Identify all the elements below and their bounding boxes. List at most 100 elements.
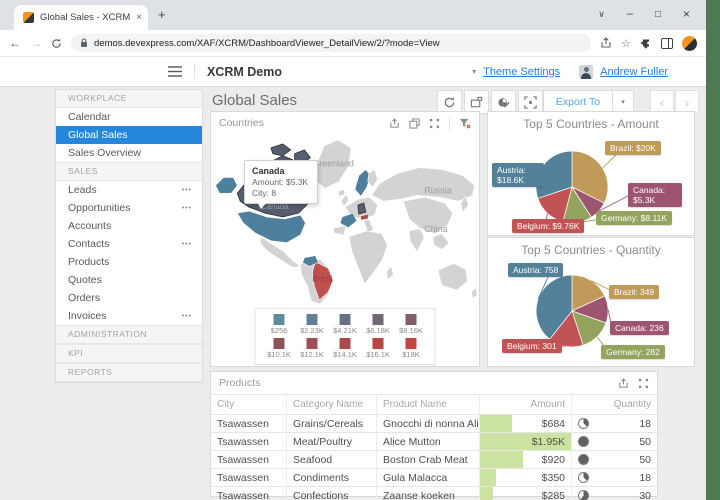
sidebar-item-opportunities[interactable]: Opportunities•••: [56, 199, 202, 217]
page-content: WORKPLACECalendarGlobal SalesSales Overv…: [0, 86, 706, 500]
sidebar-group-kpi[interactable]: KPI: [56, 344, 202, 363]
bookmark-star-icon[interactable]: ☆: [621, 37, 631, 50]
legend-item: $8.16K: [395, 314, 428, 335]
sidebar-item-invoices[interactable]: Invoices•••: [56, 307, 202, 325]
legend-label: $256: [271, 326, 288, 335]
export-item-icon[interactable]: [389, 118, 400, 129]
col-amount[interactable]: Amount: [479, 395, 571, 414]
map-iberia: [333, 226, 346, 235]
sidebar: WORKPLACECalendarGlobal SalesSales Overv…: [55, 89, 203, 383]
amount-value: $285: [542, 490, 565, 500]
sidebar-item-leads[interactable]: Leads•••: [56, 181, 202, 199]
window-maximize-button[interactable]: □: [655, 9, 661, 20]
products-export-icon[interactable]: [618, 378, 629, 389]
item-more-icon[interactable]: •••: [182, 241, 192, 248]
sidebar-item-orders[interactable]: Orders: [56, 289, 202, 307]
table-row[interactable]: TsawassenMeat/PoultryAlice Mutton$1.95K5…: [211, 432, 657, 450]
table-cell: Zaanse koeken: [376, 487, 479, 500]
legend-swatch: [373, 338, 384, 349]
page-title: Global Sales: [212, 92, 297, 109]
window-close-button[interactable]: ×: [683, 7, 690, 21]
back-button[interactable]: ←: [9, 36, 21, 50]
col-city[interactable]: City: [211, 395, 286, 414]
table-row[interactable]: TsawassenCondimentsGula Malacca$35018: [211, 468, 657, 486]
browser-profile-avatar[interactable]: [682, 36, 697, 51]
expand-item-icon[interactable]: [429, 118, 440, 129]
profile-chevron-icon[interactable]: ∨: [598, 9, 605, 20]
map-tooltip: Canada Amount: $5.3K City: 8: [244, 160, 318, 204]
legend-swatch: [307, 314, 318, 325]
table-cell: Seafood: [286, 451, 376, 468]
sidebar-item-label: Quotes: [68, 274, 102, 286]
hamburger-menu-icon[interactable]: [168, 66, 182, 77]
clear-filter-icon[interactable]: [459, 118, 471, 129]
pie-quantity-chart[interactable]: Brazil: 349Canada: 236Germany: 282Belgiu…: [488, 257, 694, 361]
pie-label-canada: Canada: 236: [610, 321, 669, 335]
sidebar-item-global-sales[interactable]: Global Sales: [56, 126, 202, 144]
table-row[interactable]: TsawassenConfectionsZaanse koeken$28530: [211, 486, 657, 500]
window-minimize-button[interactable]: –: [627, 8, 633, 20]
table-body: TsawassenGrains/CerealsGnocchi di nonna …: [211, 414, 657, 500]
legend-item: $256: [263, 314, 296, 335]
header-divider: [194, 64, 195, 79]
map-new-zealand: [472, 287, 478, 298]
legend-swatch: [274, 338, 285, 349]
tab-close-icon[interactable]: ×: [136, 12, 142, 23]
sidebar-item-label: Products: [68, 256, 109, 268]
restore-item-icon[interactable]: [409, 118, 420, 129]
legend-label: $8.16K: [399, 326, 423, 335]
user-name-link[interactable]: Andrew Fuller: [600, 66, 668, 78]
user-avatar[interactable]: [579, 65, 593, 79]
table-cell: Condiments: [286, 469, 376, 486]
map-australia: [438, 263, 468, 290]
forward-button[interactable]: →: [30, 36, 42, 50]
table-header-row: City Category Name Product Name Amount Q…: [211, 394, 657, 414]
table-cell: Tsawassen: [211, 433, 286, 450]
sidebar-item-quotes[interactable]: Quotes: [56, 271, 202, 289]
table-row[interactable]: TsawassenGrains/CerealsGnocchi di nonna …: [211, 414, 657, 432]
legend-label: $18K: [402, 350, 420, 359]
theme-settings-link[interactable]: Theme Settings: [483, 66, 560, 78]
share-icon[interactable]: [600, 37, 612, 49]
side-panel-icon[interactable]: [661, 38, 673, 49]
pie-label-austria: Austria: $18.6K: [492, 163, 544, 187]
theme-caret-icon[interactable]: ▾: [472, 67, 476, 76]
sidebar-item-accounts[interactable]: Accounts: [56, 217, 202, 235]
sidebar-group-administration[interactable]: ADMINISTRATION: [56, 325, 202, 344]
browser-titlebar: Global Sales - XCRM × + ∨ – □ ×: [0, 0, 706, 30]
new-tab-button[interactable]: +: [158, 7, 166, 22]
col-quantity[interactable]: Quantity: [571, 395, 657, 414]
col-product[interactable]: Product Name: [376, 395, 479, 414]
url-bar[interactable]: demos.devexpress.com/XAF/XCRM/DashboardV…: [71, 34, 591, 52]
sidebar-item-products[interactable]: Products: [56, 253, 202, 271]
table-row[interactable]: TsawassenSeafoodBoston Crab Meat$92050: [211, 450, 657, 468]
sidebar-item-contacts[interactable]: Contacts•••: [56, 235, 202, 253]
url-text: demos.devexpress.com/XAF/XCRM/DashboardV…: [94, 38, 440, 49]
legend-label: $4.21K: [333, 326, 357, 335]
table-cell: Tsawassen: [211, 451, 286, 468]
countries-panel: Countries: [210, 111, 480, 367]
map-alaska: [216, 177, 238, 193]
amount-data-bar: [480, 451, 523, 468]
products-expand-icon[interactable]: [638, 378, 649, 389]
world-map[interactable]: Greenland Russia China Canada Brazil Can…: [212, 134, 480, 304]
legend-swatch: [406, 338, 417, 349]
reload-button[interactable]: [51, 38, 62, 49]
item-more-icon[interactable]: •••: [182, 205, 192, 212]
legend-item: $6.18K: [362, 314, 395, 335]
sidebar-item-sales-overview[interactable]: Sales Overview: [56, 144, 202, 162]
legend-swatch: [340, 338, 351, 349]
item-more-icon[interactable]: •••: [182, 313, 192, 320]
browser-tab[interactable]: Global Sales - XCRM ×: [14, 5, 148, 30]
pie-label-belgium: Belgium: 301: [502, 339, 562, 353]
sidebar-group-reports[interactable]: REPORTS: [56, 363, 202, 382]
pie-amount-chart[interactable]: Brazil: $20KCanada: $5.3KGermany: $8.11K…: [488, 131, 694, 231]
map-se-asia: [433, 234, 449, 250]
item-more-icon[interactable]: •••: [182, 187, 192, 194]
extensions-puzzle-icon[interactable]: [640, 37, 652, 49]
col-category[interactable]: Category Name: [286, 395, 376, 414]
sidebar-item-calendar[interactable]: Calendar: [56, 108, 202, 126]
sidebar-group-sales[interactable]: SALES: [56, 162, 202, 181]
app-title: XCRM Demo: [207, 65, 282, 79]
sidebar-group-workplace[interactable]: WORKPLACE: [56, 90, 202, 108]
